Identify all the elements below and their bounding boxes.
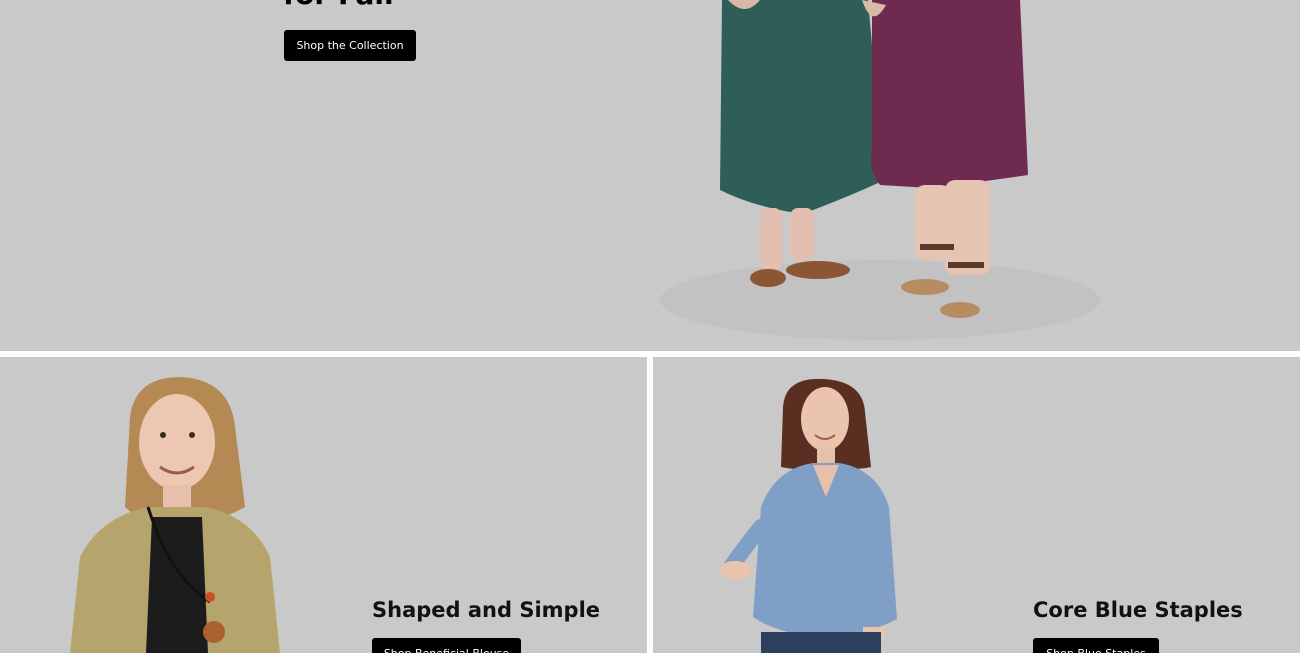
shop-collection-button[interactable]: Shop the Collection <box>284 30 416 61</box>
model-cardigan-image <box>70 377 280 653</box>
promo-title: Core Blue Staples <box>1033 598 1243 622</box>
promo-title: Shaped and Simple <box>372 598 601 622</box>
promo-card-core-blue: Core Blue Staples Shop Blue Staples <box>653 357 1300 653</box>
promo-card-shaped-simple: Shaped and Simple Shop Beneficial Blouse <box>0 357 647 653</box>
shop-beneficial-blouse-button[interactable]: Shop Beneficial Blouse <box>372 638 521 653</box>
hero-models-image <box>660 0 1100 340</box>
model-blue-blouse-image <box>719 378 897 653</box>
shop-blue-staples-button[interactable]: Shop Blue Staples <box>1033 638 1159 653</box>
hero-title: for Fall <box>283 0 394 11</box>
hero-banner: for Fall Shop the Collection <box>0 0 1300 351</box>
